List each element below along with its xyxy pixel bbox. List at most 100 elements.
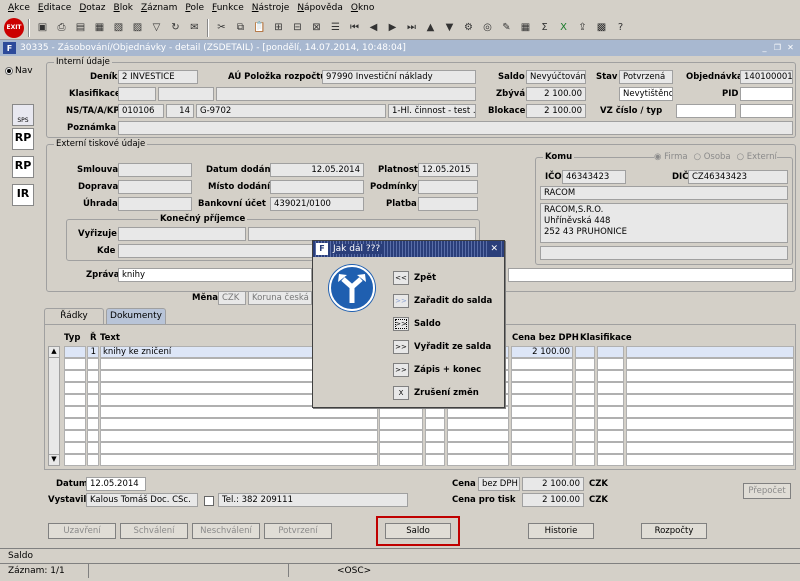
table-cell-empty[interactable]: [87, 358, 99, 370]
menu-napoveda[interactable]: Nápověda: [293, 3, 347, 13]
menu-editace[interactable]: Editace: [34, 3, 75, 13]
table-cell-empty[interactable]: [626, 370, 794, 382]
komu-address-field[interactable]: RACOM,S.R.O. Uhříněvská 448 252 43 PRUHO…: [540, 203, 788, 243]
table-cell-empty[interactable]: [626, 382, 794, 394]
menu-pole[interactable]: Pole: [181, 3, 208, 13]
zprava-field-2[interactable]: [508, 268, 793, 282]
saldo-field[interactable]: Nevyúčtováno: [526, 70, 586, 84]
list-icon[interactable]: ☰: [327, 19, 344, 36]
table-cell-empty[interactable]: [511, 394, 573, 406]
exit-icon[interactable]: EXIT: [4, 17, 24, 38]
tab-dokumenty[interactable]: Dokumenty: [106, 308, 166, 324]
delete-record-icon[interactable]: ⊟: [289, 19, 306, 36]
dialog-saldo-button[interactable]: >>: [393, 317, 409, 331]
firma-radio[interactable]: ◉ Firma: [654, 152, 688, 162]
table-cell-empty[interactable]: [511, 382, 573, 394]
table-cell-empty[interactable]: [575, 370, 595, 382]
stav-field[interactable]: Potvrzená: [619, 70, 673, 84]
scroll-down-icon[interactable]: ▼: [49, 454, 59, 465]
table-cell-empty[interactable]: [511, 358, 573, 370]
menu-blok[interactable]: Blok: [110, 3, 137, 13]
save-icon[interactable]: ▣: [34, 19, 51, 36]
table-cell-empty[interactable]: [447, 442, 509, 454]
denik-field[interactable]: 2 INVESTICE: [118, 70, 198, 84]
table-cell-empty[interactable]: [87, 418, 99, 430]
scroll-up-icon[interactable]: ▲: [49, 347, 59, 358]
lock-icon[interactable]: ⊠: [308, 19, 325, 36]
klasifikace-field-1[interactable]: [118, 87, 156, 101]
komu-extra-field[interactable]: [540, 246, 788, 260]
stav2-field[interactable]: Nevytištěno: [619, 87, 673, 101]
zbyva-field[interactable]: 2 100.00: [526, 87, 586, 101]
table-cell-empty[interactable]: [597, 454, 624, 466]
vystavil-field[interactable]: Kalous Tomáš Doc. CSc.: [86, 493, 198, 507]
nav-radio[interactable]: Nav: [5, 66, 33, 76]
table-cell-empty[interactable]: [597, 370, 624, 382]
insert-record-icon[interactable]: ⊞: [270, 19, 287, 36]
table-cell-empty[interactable]: [87, 370, 99, 382]
table-cell[interactable]: [575, 346, 595, 358]
table-cell-empty[interactable]: [425, 418, 445, 430]
dialog-close-icon[interactable]: ✕: [488, 241, 500, 257]
up-icon[interactable]: ▲: [422, 19, 439, 36]
platba-field[interactable]: [418, 197, 478, 211]
kp-field[interactable]: 1-Hl. činnost - test . bb: [388, 104, 476, 118]
mail-icon[interactable]: ✉: [186, 19, 203, 36]
query-icon[interactable]: ▦: [91, 19, 108, 36]
next-record-icon[interactable]: ▶: [384, 19, 401, 36]
export-icon[interactable]: ⇪: [574, 19, 591, 36]
table-cell-empty[interactable]: [511, 370, 573, 382]
table-cell-empty[interactable]: [511, 430, 573, 442]
prev-record-icon[interactable]: ◀: [365, 19, 382, 36]
table-cell-empty[interactable]: [447, 418, 509, 430]
table-cell-empty[interactable]: [87, 382, 99, 394]
globe-icon[interactable]: ◎: [479, 19, 496, 36]
table-cell-empty[interactable]: [379, 418, 423, 430]
menu-okno[interactable]: Okno: [347, 3, 379, 13]
rozpocty-button[interactable]: Rozpočty: [641, 523, 707, 539]
datum-field[interactable]: 12.05.2014: [86, 477, 146, 491]
first-record-icon[interactable]: ⏮: [346, 19, 363, 36]
table-cell[interactable]: 2 100.00: [511, 346, 573, 358]
paste-icon[interactable]: 📋: [251, 19, 268, 36]
datum-dodani-field[interactable]: 12.05.2014: [270, 163, 364, 177]
externi-radio[interactable]: ○ Externí: [737, 152, 777, 162]
table-cell-empty[interactable]: [64, 358, 86, 370]
schvaleni-button[interactable]: Schválení: [120, 523, 188, 539]
table-cell-empty[interactable]: [100, 454, 378, 466]
doprava-field[interactable]: [118, 180, 192, 194]
table-cell-empty[interactable]: [87, 394, 99, 406]
a-field[interactable]: G-9702: [196, 104, 386, 118]
excel-icon[interactable]: X: [555, 19, 572, 36]
table-cell-empty[interactable]: [447, 430, 509, 442]
podminky-field[interactable]: [418, 180, 478, 194]
help-icon[interactable]: ?: [612, 19, 629, 36]
table-cell-empty[interactable]: [575, 454, 595, 466]
ns-field[interactable]: 010106: [118, 104, 164, 118]
table-cell-empty[interactable]: [425, 430, 445, 442]
menu-zaznam[interactable]: Záznam: [137, 3, 181, 13]
table-cell-empty[interactable]: [597, 442, 624, 454]
table-cell-empty[interactable]: [64, 442, 86, 454]
table-cell-empty[interactable]: [379, 430, 423, 442]
table-cell-empty[interactable]: [575, 394, 595, 406]
grid-icon[interactable]: ▦: [517, 19, 534, 36]
table-cell-empty[interactable]: [575, 442, 595, 454]
rp-eu-icon[interactable]: RP: [12, 156, 34, 178]
table-cell-empty[interactable]: [511, 406, 573, 418]
menu-dotaz[interactable]: Dotaz: [75, 3, 109, 13]
table-cell-empty[interactable]: [575, 418, 595, 430]
copy-icon[interactable]: ⧉: [232, 19, 249, 36]
menu-akce[interactable]: Akce: [4, 3, 34, 13]
table-cell-empty[interactable]: [575, 406, 595, 418]
tel-field[interactable]: Tel.: 382 209111: [218, 493, 408, 507]
minimize-icon[interactable]: _: [759, 42, 770, 53]
au-field[interactable]: 97990 Investiční náklady: [322, 70, 476, 84]
vyrizuje-field-2[interactable]: [248, 227, 476, 241]
historie-button[interactable]: Historie: [528, 523, 594, 539]
edit-icon[interactable]: ✎: [498, 19, 515, 36]
dialog-vyradit-ze-salda-button[interactable]: >>: [393, 340, 409, 354]
ico-field[interactable]: 46343423: [562, 170, 626, 184]
klasifikace-field-2[interactable]: [158, 87, 214, 101]
table-cell-empty[interactable]: [425, 442, 445, 454]
